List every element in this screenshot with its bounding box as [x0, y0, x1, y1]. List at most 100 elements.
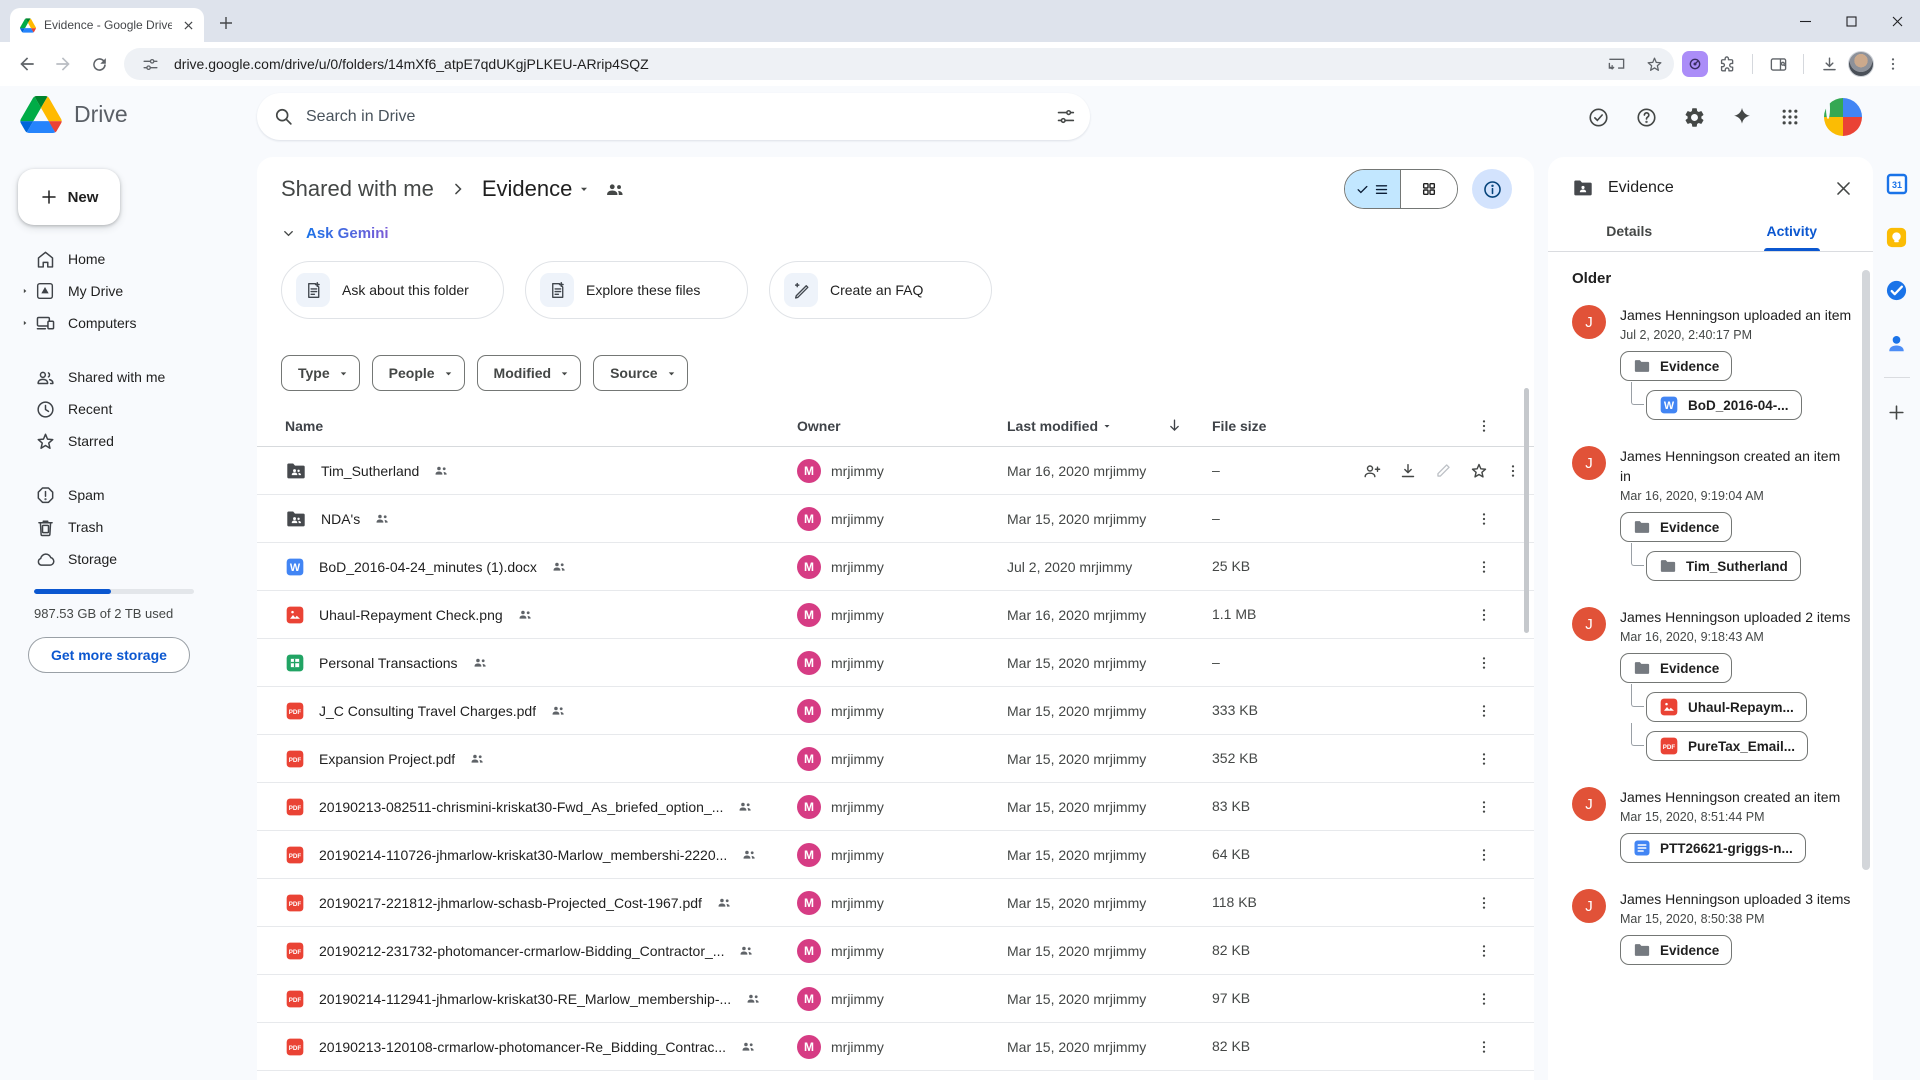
add-apps-button[interactable]: [1884, 399, 1910, 425]
sort-direction-icon[interactable]: [1166, 417, 1183, 434]
address-bar[interactable]: drive.google.com/drive/u/0/folders/14mXf…: [124, 48, 1674, 80]
file-row[interactable]: Tim_Sutherland M mrjimmy Mar 16, 2020 mr…: [257, 447, 1534, 495]
column-owner[interactable]: Owner: [797, 418, 1007, 434]
expander-caret-icon[interactable]: [16, 319, 34, 327]
activity-file-chip[interactable]: Uhaul-Repaym...: [1646, 692, 1807, 722]
activity-file-chip[interactable]: PDF PureTax_Email...: [1646, 731, 1808, 761]
maximize-button[interactable]: [1828, 0, 1874, 42]
more-options-button[interactable]: [1476, 991, 1492, 1007]
more-options-button[interactable]: [1476, 559, 1492, 575]
url-text[interactable]: drive.google.com/drive/u/0/folders/14mXf…: [174, 56, 1592, 72]
more-options-button[interactable]: [1476, 751, 1492, 767]
site-info-icon[interactable]: [136, 50, 164, 78]
search-options-icon[interactable]: [1055, 106, 1076, 127]
panel-scrollbar[interactable]: [1862, 270, 1870, 870]
close-window-button[interactable]: [1874, 0, 1920, 42]
sidebar-item-shared-with-me[interactable]: Shared with me: [16, 361, 257, 393]
sidebar-item-trash[interactable]: Trash: [16, 511, 257, 543]
more-options-button[interactable]: [1476, 511, 1492, 527]
star-button[interactable]: [1469, 461, 1489, 481]
ask-gemini-toggle[interactable]: Ask Gemini: [257, 213, 1534, 253]
extension-icon[interactable]: [1682, 51, 1708, 77]
tasks-icon[interactable]: [1884, 277, 1910, 303]
close-panel-icon[interactable]: [1834, 179, 1853, 198]
filter-type[interactable]: Type: [281, 355, 360, 391]
browser-profile-avatar[interactable]: [1848, 51, 1874, 77]
search-bar[interactable]: Search in Drive: [257, 93, 1090, 140]
file-row[interactable]: PDF 20190212-231732-photomancer-crmarlow…: [257, 927, 1534, 975]
column-last-modified[interactable]: Last modified: [1007, 417, 1212, 434]
activity-folder-chip[interactable]: Evidence: [1620, 512, 1732, 542]
more-options-button[interactable]: [1476, 895, 1492, 911]
file-row[interactable]: PDF 20190214-110726-jhmarlow-kriskat30-M…: [257, 831, 1534, 879]
new-button[interactable]: New: [18, 169, 120, 225]
file-row[interactable]: PDF 20190213-082511-chrismini-kriskat30-…: [257, 783, 1534, 831]
activity-folder-chip[interactable]: Tim_Sutherland: [1646, 551, 1801, 581]
sidebar-item-recent[interactable]: Recent: [16, 393, 257, 425]
downloads-icon[interactable]: [1812, 47, 1846, 81]
forward-button[interactable]: [46, 47, 80, 81]
share-add-person-button[interactable]: [1362, 461, 1382, 481]
activity-file-chip[interactable]: W BoD_2016-04-...: [1646, 390, 1802, 420]
file-row[interactable]: Uhaul-Repayment Check.png M mrjimmy Mar …: [257, 591, 1534, 639]
tab-activity[interactable]: Activity: [1711, 213, 1874, 251]
breadcrumb-parent[interactable]: Shared with me: [281, 176, 434, 202]
tab-close-icon[interactable]: [180, 17, 196, 33]
file-row[interactable]: PDF 20190217-221812-jhmarlow-schasb-Proj…: [257, 879, 1534, 927]
minimize-button[interactable]: [1782, 0, 1828, 42]
activity-file-chip[interactable]: PTT26621-griggs-n...: [1620, 833, 1806, 863]
search-icon[interactable]: [273, 106, 294, 127]
activity-folder-chip[interactable]: Evidence: [1620, 935, 1732, 965]
file-row[interactable]: NDA's M mrjimmy Mar 15, 2020 mrjimmy –: [257, 495, 1534, 543]
user-avatar[interactable]: [1824, 98, 1862, 136]
search-input[interactable]: Search in Drive: [306, 108, 1043, 126]
filter-source[interactable]: Source: [593, 355, 687, 391]
gemini-sparkle-icon[interactable]: [1728, 103, 1756, 131]
reload-button[interactable]: [82, 47, 116, 81]
contacts-icon[interactable]: [1884, 330, 1910, 356]
list-view-button[interactable]: [1345, 170, 1401, 208]
suggestion-explore-these-files[interactable]: Explore these files: [525, 261, 748, 319]
file-row[interactable]: PDF J_C Consulting Travel Charges.pdf M …: [257, 687, 1534, 735]
filter-people[interactable]: People: [372, 355, 465, 391]
suggestion-create-an-faq[interactable]: Create an FAQ: [769, 261, 992, 319]
browser-tab[interactable]: Evidence - Google Drive: [10, 8, 204, 42]
sidebar-item-starred[interactable]: Starred: [16, 425, 257, 457]
more-options-button[interactable]: [1476, 943, 1492, 959]
offline-status-icon[interactable]: [1584, 103, 1612, 131]
more-options-button[interactable]: [1476, 847, 1492, 863]
file-row[interactable]: PDF 20190214-112941-jhmarlow-kriskat30-R…: [257, 975, 1534, 1023]
more-options-button[interactable]: [1476, 703, 1492, 719]
more-options-button[interactable]: [1476, 1039, 1492, 1055]
settings-gear-icon[interactable]: [1680, 103, 1708, 131]
download-button[interactable]: [1398, 461, 1418, 481]
more-options-button[interactable]: [1476, 655, 1492, 671]
help-icon[interactable]: [1632, 103, 1660, 131]
sidebar-item-home[interactable]: Home: [16, 243, 257, 275]
tab-details[interactable]: Details: [1548, 213, 1711, 251]
view-details-button[interactable]: [1472, 169, 1512, 209]
get-more-storage-button[interactable]: Get more storage: [28, 637, 190, 673]
new-tab-button[interactable]: [212, 9, 240, 37]
keep-icon[interactable]: [1884, 224, 1910, 250]
file-row[interactable]: M: [257, 1071, 1534, 1080]
more-options-button[interactable]: [1476, 607, 1492, 623]
rename-button[interactable]: [1434, 461, 1453, 480]
grid-view-button[interactable]: [1401, 170, 1457, 208]
back-button[interactable]: [10, 47, 44, 81]
extensions-puzzle-icon[interactable]: [1710, 47, 1744, 81]
drive-brand[interactable]: Drive: [20, 96, 128, 133]
install-app-icon[interactable]: [1602, 50, 1630, 78]
sidebar-item-my-drive[interactable]: My Drive: [16, 275, 257, 307]
breadcrumb-current[interactable]: Evidence: [482, 176, 591, 202]
sidebar-item-storage[interactable]: Storage: [16, 543, 257, 575]
file-row[interactable]: PDF Expansion Project.pdf M mrjimmy Mar …: [257, 735, 1534, 783]
activity-folder-chip[interactable]: Evidence: [1620, 351, 1732, 381]
filter-modified[interactable]: Modified: [477, 355, 582, 391]
sidebar-item-computers[interactable]: Computers: [16, 307, 257, 339]
file-row[interactable]: PDF 20190213-120108-crmarlow-photomancer…: [257, 1023, 1534, 1071]
sidebar-item-spam[interactable]: Spam: [16, 479, 257, 511]
file-list-scrollbar[interactable]: [1524, 388, 1529, 633]
browser-menu-icon[interactable]: [1876, 47, 1910, 81]
file-row[interactable]: W BoD_2016-04-24_minutes (1).docx M mrji…: [257, 543, 1534, 591]
